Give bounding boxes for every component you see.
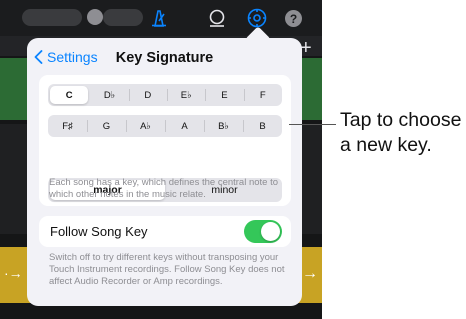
- key-button-a[interactable]: A: [165, 115, 204, 137]
- key-button-b[interactable]: B: [243, 115, 282, 137]
- key-button-f-sharp[interactable]: F♯: [48, 115, 87, 137]
- follow-song-key-row: Follow Song Key: [39, 216, 291, 247]
- follow-song-key-description: Switch off to try different keys without…: [49, 252, 285, 287]
- metronome-icon[interactable]: [148, 7, 170, 29]
- key-button-e[interactable]: E: [205, 84, 243, 106]
- help-icon[interactable]: ?: [285, 10, 302, 27]
- follow-song-key-label: Follow Song Key: [50, 224, 148, 239]
- key-button-d-flat[interactable]: D♭: [90, 84, 128, 106]
- settings-icon[interactable]: [246, 7, 268, 29]
- arrow-right-icon: →: [302, 265, 318, 282]
- key-button-f[interactable]: F: [243, 84, 282, 106]
- key-button-a-flat[interactable]: A♭: [126, 115, 165, 137]
- page-title: Key Signature: [115, 50, 214, 66]
- arrow-left-icon: ·→: [4, 265, 23, 281]
- master-fx-icon[interactable]: [206, 7, 228, 29]
- key-button-e-flat[interactable]: E♭: [166, 84, 205, 106]
- key-row-1: C D♭ D E♭ E F: [48, 84, 282, 106]
- callout-text: Tap to choose a new key.: [340, 109, 462, 156]
- key-button-g[interactable]: G: [87, 115, 126, 137]
- toggle-knob: [261, 222, 280, 241]
- key-row-2: F♯ G A♭ A B♭ B: [48, 115, 282, 137]
- transport-control[interactable]: [22, 9, 82, 26]
- callout-line: [289, 124, 336, 125]
- key-description: Each song has a key, which defines the c…: [49, 177, 279, 200]
- record-icon[interactable]: [87, 9, 103, 25]
- transport-control-right[interactable]: [103, 9, 143, 26]
- key-button-c[interactable]: C: [50, 86, 89, 104]
- popover-nav-bar: Settings Key Signature: [27, 46, 302, 72]
- follow-song-key-toggle[interactable]: [244, 220, 282, 243]
- key-button-d[interactable]: D: [128, 84, 167, 106]
- key-button-b-flat[interactable]: B♭: [204, 115, 243, 137]
- key-signature-popover: Settings Key Signature C D♭ D E♭ E F F♯ …: [27, 38, 302, 306]
- control-bar: ?: [0, 0, 322, 36]
